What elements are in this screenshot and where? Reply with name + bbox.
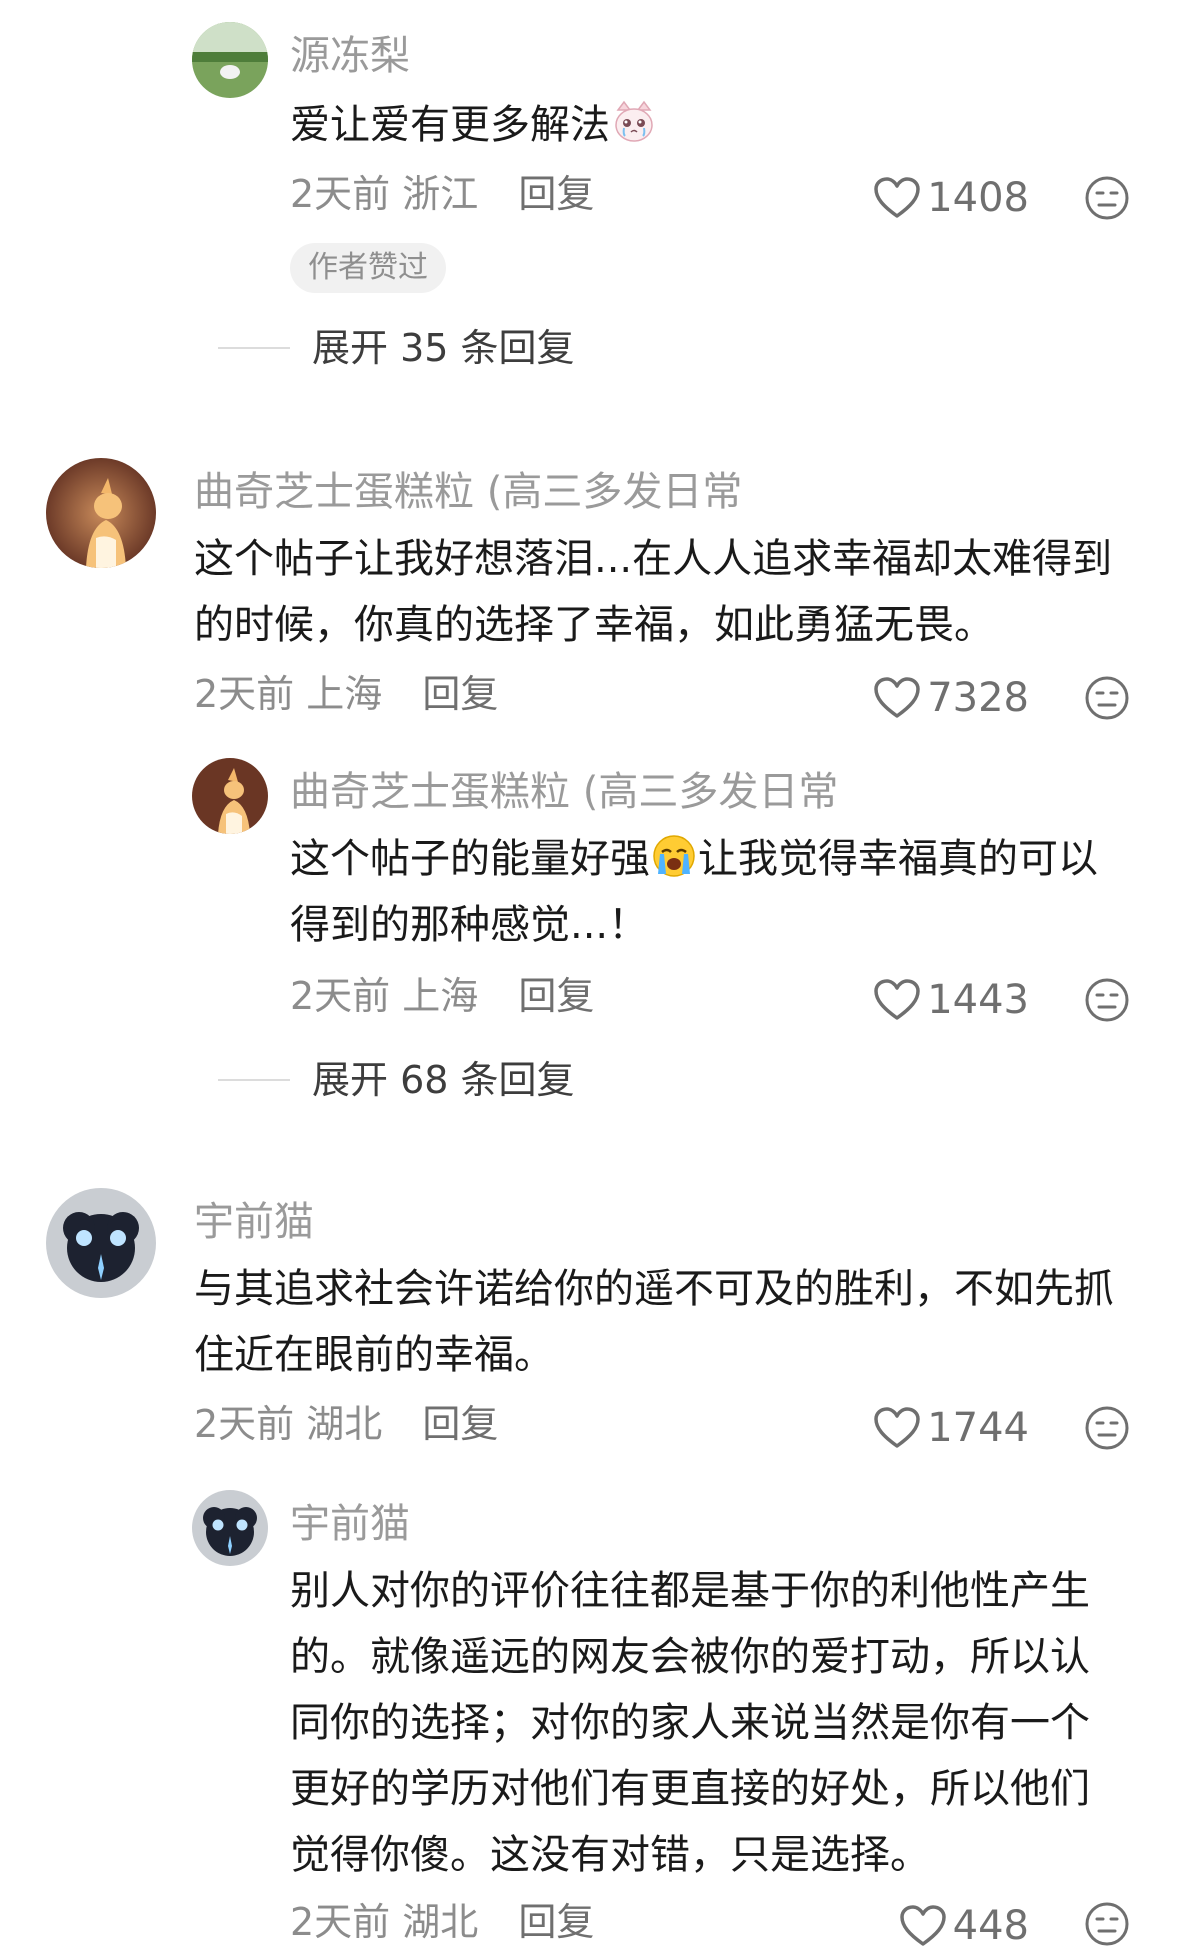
timestamp: 2天前 — [290, 974, 391, 1018]
comment-text: 这个帖子让我好想落泪...在人人追求幸福却太难得到的时候，你真的选择了幸福，如此… — [194, 536, 1113, 648]
location: 湖北 — [402, 1900, 479, 1944]
comment-text: 这个帖子的能量好强 让我觉得幸福真的可以得到的那种感觉...！ — [290, 826, 1119, 958]
heart-outline-icon — [874, 1407, 920, 1448]
timestamp: 2天前 — [194, 1402, 295, 1446]
heart-outline-icon — [874, 177, 920, 218]
heart-outline-icon — [899, 1905, 946, 1946]
comment-meta: 2天前 上海 回复 — [290, 972, 594, 1020]
like-count: 448 — [952, 1903, 1029, 1949]
username[interactable]: 源冻梨 — [290, 32, 410, 80]
comment-text-part: 爱让爱有更多解法 — [290, 102, 610, 148]
expand-replies-button[interactable]: 展开 35 条回复 — [218, 324, 575, 372]
neutral-face-icon[interactable] — [1083, 174, 1131, 222]
divider — [218, 1079, 290, 1081]
like-button[interactable]: 1443 — [873, 976, 1029, 1024]
divider — [218, 347, 290, 349]
comment-text: 爱让爱有更多解法 — [290, 92, 1119, 158]
username[interactable]: 曲奇芝士蛋糕粒 (高三多发日常 — [290, 768, 838, 816]
neutral-face-icon[interactable] — [1083, 976, 1131, 1024]
comment-text: 与其追求社会许诺给你的遥不可及的胜利，不如先抓住近在眼前的幸福。 — [194, 1266, 1114, 1378]
location: 上海 — [306, 672, 383, 716]
avatar[interactable] — [192, 758, 268, 834]
comment-meta: 2天前 湖北 回复 — [194, 1400, 498, 1448]
comment-text-part: 这个帖子的能量好强 — [290, 836, 650, 882]
avatar[interactable] — [192, 1490, 268, 1566]
like-count: 1443 — [927, 977, 1029, 1023]
like-count: 7328 — [927, 675, 1029, 721]
heart-outline-icon — [874, 677, 920, 718]
reply-button[interactable]: 回复 — [518, 172, 594, 216]
comment-meta: 2天前 湖北 回复 — [290, 1898, 594, 1946]
like-button[interactable]: 1408 — [873, 174, 1029, 222]
reply-button[interactable]: 回复 — [422, 1402, 498, 1446]
loudly-crying-face-emoji — [653, 835, 695, 877]
comment-text: 别人对你的评价往往都是基于你的利他性产生的。就像遥远的网友会被你的爱打动，所以认… — [290, 1568, 1090, 1878]
expand-replies-label: 展开 68 条回复 — [312, 1058, 575, 1102]
username[interactable]: 宇前猫 — [290, 1500, 410, 1548]
avatar[interactable] — [46, 1188, 156, 1298]
like-button[interactable]: 448 — [899, 1902, 1029, 1950]
location: 浙江 — [402, 172, 479, 216]
timestamp: 2天前 — [194, 672, 295, 716]
location: 上海 — [402, 974, 479, 1018]
neutral-face-icon[interactable] — [1083, 1404, 1131, 1452]
author-liked-badge: 作者赞过 — [290, 243, 446, 293]
like-count: 1744 — [927, 1405, 1029, 1451]
neutral-face-icon[interactable] — [1083, 1900, 1131, 1948]
username[interactable]: 曲奇芝士蛋糕粒 (高三多发日常 — [194, 468, 742, 516]
like-button[interactable]: 1744 — [873, 1404, 1029, 1452]
reply-button[interactable]: 回复 — [518, 974, 594, 1018]
neutral-face-icon[interactable] — [1083, 674, 1131, 722]
comment-meta: 2天前 上海 回复 — [194, 670, 498, 718]
crying-cat-emoji — [615, 100, 653, 142]
location: 湖北 — [306, 1402, 383, 1446]
timestamp: 2天前 — [290, 1900, 391, 1944]
username[interactable]: 宇前猫 — [194, 1198, 314, 1246]
timestamp: 2天前 — [290, 172, 391, 216]
expand-replies-label: 展开 35 条回复 — [312, 326, 575, 370]
avatar[interactable] — [46, 458, 156, 568]
reply-button[interactable]: 回复 — [422, 672, 498, 716]
heart-outline-icon — [874, 979, 920, 1020]
expand-replies-button[interactable]: 展开 68 条回复 — [218, 1056, 575, 1104]
reply-button[interactable]: 回复 — [518, 1900, 594, 1944]
like-count: 1408 — [927, 175, 1029, 221]
like-button[interactable]: 7328 — [873, 674, 1029, 722]
comment-meta: 2天前 浙江 回复 — [290, 170, 594, 218]
avatar[interactable] — [192, 22, 268, 98]
